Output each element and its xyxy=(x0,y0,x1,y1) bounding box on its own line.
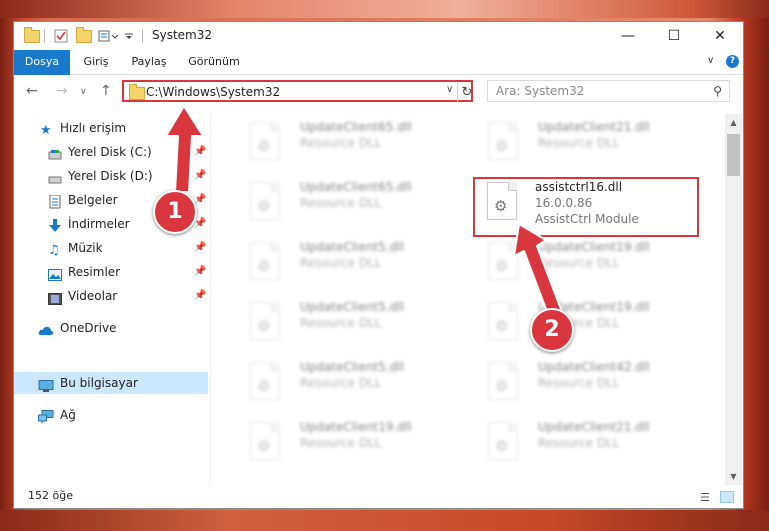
step-2-badge: 2 xyxy=(530,308,574,352)
step-1-badge: 1 xyxy=(153,190,197,234)
annotation-arrows xyxy=(165,105,563,318)
arrow-to-address-bar xyxy=(165,105,204,193)
arrow-to-file xyxy=(513,223,563,318)
